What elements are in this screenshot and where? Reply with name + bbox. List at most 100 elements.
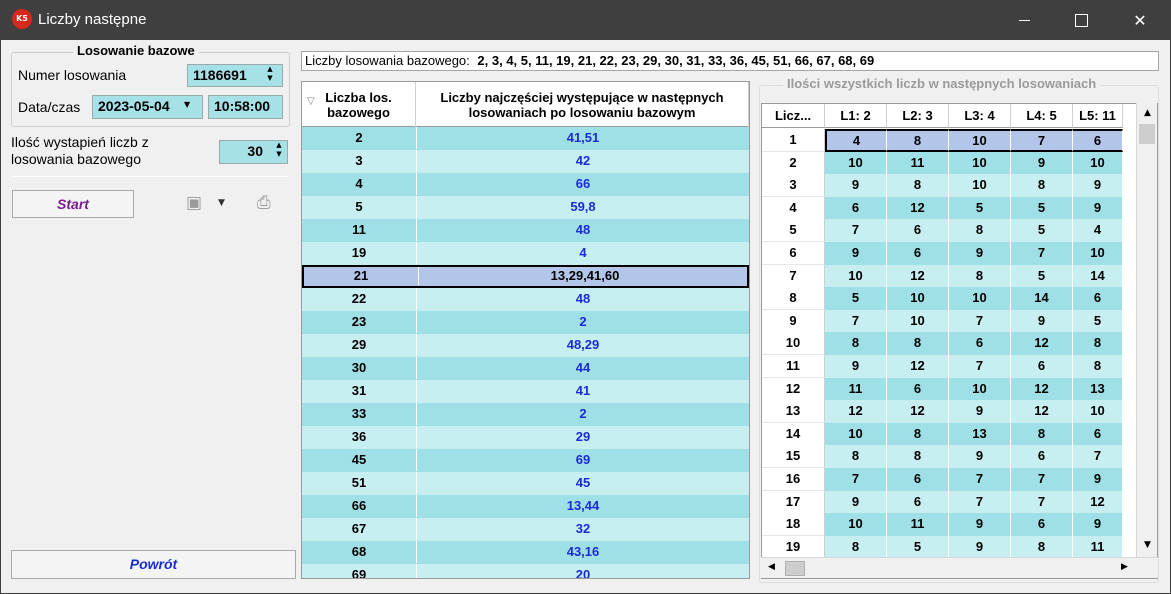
count-cell: 9 xyxy=(1073,196,1123,220)
minimize-icon[interactable] xyxy=(1001,1,1047,40)
table-row[interactable]: 68 43,16 xyxy=(302,541,749,564)
title-bar[interactable]: K5 Liczby następne ✕ xyxy=(1,1,1170,40)
table-row[interactable]: 29 48,29 xyxy=(302,334,749,357)
row-number-cell: 15 xyxy=(762,445,825,469)
horizontal-scrollbar[interactable]: ◀ ▶ xyxy=(761,557,1158,578)
vertical-scrollbar[interactable]: ▲ ▼ xyxy=(1136,103,1157,557)
count-cell: 9 xyxy=(1073,513,1123,537)
next-numbers-cell: 66 xyxy=(416,173,749,195)
row-number-cell: 8 xyxy=(762,287,825,311)
scroll-right-icon[interactable]: ▶ xyxy=(1116,559,1133,576)
date-dropdown-icon[interactable]: ▼ xyxy=(184,100,190,109)
count-cell: 8 xyxy=(887,129,949,152)
save-icon[interactable]: ▣ xyxy=(186,193,202,213)
base-number-cell: 4 xyxy=(355,176,363,191)
table-row[interactable]: 33 2 xyxy=(302,403,749,426)
next-numbers-grid-header: ▽ Liczba los. bazowego Liczby najczęście… xyxy=(302,82,749,127)
horizontal-scroll-thumb[interactable] xyxy=(785,561,805,576)
scroll-left-icon[interactable]: ◀ xyxy=(763,559,780,576)
time-input[interactable]: 10:58:00 xyxy=(208,95,283,119)
row-number-cell: 5 xyxy=(762,219,825,243)
row-number-cell: 17 xyxy=(762,490,825,514)
count-cell: 7 xyxy=(1011,468,1073,491)
table-row[interactable]: 36 29 xyxy=(302,426,749,449)
table-row[interactable]: 2 41,51 xyxy=(302,127,749,150)
table-row[interactable]: 45 69 xyxy=(302,449,749,472)
column-header[interactable]: L5: 11 xyxy=(1073,104,1123,128)
count-cell: 8 xyxy=(825,332,887,356)
next-numbers-grid: ▽ Liczba los. bazowego Liczby najczęście… xyxy=(301,81,750,579)
count-cell: 9 xyxy=(825,174,887,198)
sort-indicator-icon: ▽ xyxy=(307,96,315,107)
row-number-cell: 6 xyxy=(762,242,825,265)
column-header-next-numbers[interactable]: Liczby najczęściej występujące w następn… xyxy=(416,82,749,127)
column-header[interactable]: L2: 3 xyxy=(887,104,949,128)
next-numbers-cell: 42 xyxy=(416,150,749,172)
table-row[interactable]: 69 20 xyxy=(302,564,749,579)
print-icon[interactable]: ⎙ xyxy=(257,193,271,213)
count-cell: 6 xyxy=(825,196,887,220)
base-number-cell: 69 xyxy=(351,567,367,579)
count-cell: 12 xyxy=(1011,400,1073,424)
next-numbers-cell: 41 xyxy=(416,380,749,402)
app-logo-icon: K5 xyxy=(12,9,32,29)
table-row[interactable]: 51 45 xyxy=(302,472,749,495)
count-cell: 9 xyxy=(949,445,1011,469)
base-number-cell: 67 xyxy=(351,521,367,536)
count-cell: 12 xyxy=(887,196,949,220)
row-number-cell: 18 xyxy=(762,513,825,537)
count-cell: 8 xyxy=(949,219,1011,243)
base-number-cell: 5 xyxy=(355,199,363,214)
table-row[interactable]: 3 42 xyxy=(302,150,749,173)
column-header-base-number[interactable]: ▽ Liczba los. bazowego xyxy=(302,82,416,127)
base-number-cell: 19 xyxy=(351,245,367,260)
next-numbers-cell: 48 xyxy=(416,288,749,310)
base-number-cell: 68 xyxy=(351,544,367,559)
base-number-cell: 21 xyxy=(353,268,369,283)
table-row[interactable]: 31 41 xyxy=(302,380,749,403)
table-row[interactable]: 66 13,44 xyxy=(302,495,749,518)
row-number-cell: 10 xyxy=(762,332,825,356)
date-value: 2023-05-04 xyxy=(98,98,170,114)
table-row[interactable]: 19 4 xyxy=(302,242,749,265)
next-numbers-cell: 69 xyxy=(416,449,749,471)
table-row[interactable]: 4 66 xyxy=(302,173,749,196)
table-row[interactable]: 23 2 xyxy=(302,311,749,334)
table-row[interactable]: 22 48 xyxy=(302,288,749,311)
close-icon[interactable]: ✕ xyxy=(1117,1,1163,40)
count-cell: 13 xyxy=(949,422,1011,446)
all-numbers-group-title: Ilości wszystkich liczb w następnych los… xyxy=(783,76,1101,91)
scroll-up-icon[interactable]: ▲ xyxy=(1139,105,1156,122)
count-cell: 7 xyxy=(1011,490,1073,514)
back-button[interactable]: Powrót xyxy=(11,550,296,579)
maximize-icon[interactable] xyxy=(1057,1,1103,40)
save-dropdown-icon[interactable]: ▼ xyxy=(218,198,225,208)
column-header[interactable]: Licz... xyxy=(762,104,825,128)
table-row[interactable]: 67 32 xyxy=(302,518,749,541)
table-row[interactable]: 5 59,8 xyxy=(302,196,749,219)
table-row[interactable]: 21 13,29,41,60 xyxy=(302,265,749,288)
scroll-down-icon[interactable]: ▼ xyxy=(1139,537,1156,554)
time-value: 10:58:00 xyxy=(214,98,271,114)
table-row[interactable]: 30 44 xyxy=(302,357,749,380)
count-cell: 10 xyxy=(949,377,1011,401)
base-number-cell: 36 xyxy=(351,429,367,444)
count-cell: 11 xyxy=(887,151,949,175)
column-header[interactable]: L3: 4 xyxy=(949,104,1011,128)
count-cell: 7 xyxy=(949,468,1011,491)
count-cell: 5 xyxy=(887,535,949,559)
start-button[interactable]: Start xyxy=(12,190,134,218)
draw-number-spinner-icon[interactable]: ▲ ▼ xyxy=(263,65,277,87)
vertical-scroll-thumb[interactable] xyxy=(1139,124,1155,144)
occurrence-count-spinner-icon[interactable]: ▲ ▼ xyxy=(272,141,286,163)
count-cell: 6 xyxy=(1073,422,1123,446)
next-numbers-cell: 13,29,41,60 xyxy=(418,267,749,285)
row-number-cell: 1 xyxy=(762,129,825,152)
column-header[interactable]: L1: 2 xyxy=(825,104,887,128)
occurrence-count-label-1: Ilość wystapień liczb z xyxy=(11,134,149,150)
count-cell: 9 xyxy=(1073,174,1123,198)
count-cell: 10 xyxy=(949,174,1011,198)
count-cell: 6 xyxy=(887,490,949,514)
column-header[interactable]: L4: 5 xyxy=(1011,104,1073,128)
table-row[interactable]: 11 48 xyxy=(302,219,749,242)
